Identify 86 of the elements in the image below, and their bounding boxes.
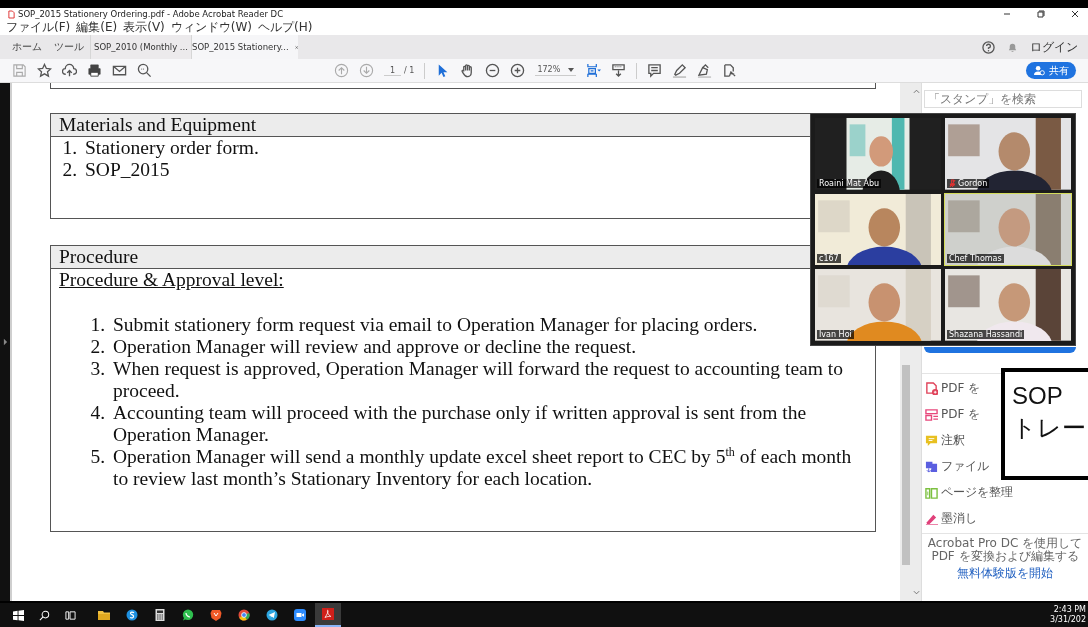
list-item: Submit stationery form request via email to Operation Manager for placing orders. (113, 314, 758, 336)
browser-icon (238, 609, 250, 621)
zoom-dropdown[interactable]: 172% (535, 65, 577, 76)
page-number-field[interactable]: 1 (384, 65, 402, 76)
video-camera-icon (294, 609, 306, 621)
search-field[interactable]: 「スタンプ」を検索 (924, 90, 1082, 108)
participant-name: Shazana Hassandi (949, 330, 1023, 339)
expand-arrow-icon[interactable] (2, 338, 8, 346)
tool-item[interactable]: ページを整理 (922, 479, 1013, 505)
participant-name: Gordon (958, 178, 988, 188)
scrollbar-thumb[interactable] (902, 365, 910, 565)
help-icon[interactable] (982, 40, 995, 54)
search-icon[interactable] (137, 63, 152, 78)
menu-item[interactable]: ヘルプ(H) (258, 19, 313, 36)
participant-name: Ivan Hoi (819, 330, 852, 339)
clock-time: 2:43 PM (1053, 605, 1086, 615)
tool-item[interactable]: PDF を (922, 401, 981, 427)
search-icon[interactable] (39, 609, 50, 621)
tool-item[interactable]: 墨消し (922, 505, 977, 531)
menu-item[interactable]: 表示(V) (123, 19, 165, 36)
keyboard-download-icon[interactable] (611, 63, 627, 78)
folder-icon (98, 609, 110, 621)
menu-item[interactable]: 編集(E) (76, 19, 118, 36)
app-icon (126, 609, 138, 621)
video-tile[interactable]: c167 (814, 192, 942, 267)
list-number: 2. (89, 336, 105, 358)
person-add-icon (1033, 65, 1045, 76)
tab[interactable]: ツール (48, 35, 90, 59)
trial-link[interactable]: 無料体験版を開始 (957, 565, 1053, 582)
pen-sign-icon[interactable] (697, 63, 713, 78)
highlighter-icon[interactable] (672, 63, 688, 78)
participant-name: Roaini Mat Abu (819, 178, 880, 188)
list-item: When request is approved, Operation Manager will forward the request to accounting team to proceed. (113, 358, 844, 402)
video-tile[interactable]: Chef Thomas (944, 192, 1072, 267)
subheading: Procedure & Approval level: (58, 269, 284, 291)
list-number: 2. (61, 159, 77, 181)
tool-item[interactable]: 注釈 (922, 427, 965, 453)
mail-icon[interactable] (112, 63, 127, 78)
menu-item[interactable]: ウィンドウ(W) (170, 19, 253, 36)
tool-item[interactable]: ファイル (922, 453, 989, 479)
list-item: Operation Manager will send a monthly update excel sheet report to CEC by 5$^{th}$ of each month to review last month’s Stationary Inventory for each location. (113, 446, 853, 490)
task-view-icon[interactable] (65, 609, 76, 621)
promo-text: Acrobat Pro DC を使用して PDF を変換および編集する (926, 537, 1084, 563)
fit-page-icon[interactable] (586, 63, 602, 78)
list-item: SOP_2015 (85, 159, 170, 181)
menu-item[interactable]: ファイル(F) (6, 19, 71, 36)
caption-text: SOP (1012, 381, 1064, 411)
participant-name: Chef Thomas (949, 254, 1002, 264)
tab[interactable]: SOP_2010 (Monthly ... (90, 35, 191, 59)
restore-icon[interactable] (1036, 9, 1046, 19)
list-number: 4. (89, 402, 105, 424)
list-item: Operation Manager will review and approve or decline the request. (113, 336, 637, 358)
window-title: SOP_2015 Stationery Ordering.pdf - Adobe Acrobat Reader DC (18, 9, 284, 19)
list-number: 5. (89, 446, 105, 468)
list-item: Stationery order form. (85, 137, 259, 159)
list-item: Accounting team will proceed with the purchase only if written approval is sent from the Operation Manager. (113, 402, 808, 446)
windows-icon[interactable] (13, 609, 24, 621)
clock-date: 3/31/202 (1050, 615, 1086, 625)
chat-icon (182, 609, 194, 621)
paper-plane-icon (266, 609, 278, 621)
calculator-icon (154, 609, 166, 621)
list-number: 1. (89, 314, 105, 336)
print-icon[interactable] (87, 63, 102, 78)
list-number: 3. (89, 358, 105, 380)
video-tile[interactable]: Ivan Hoi (814, 268, 942, 342)
caption-text: トレー (1012, 413, 1087, 443)
login-link[interactable]: ログイン (1030, 38, 1078, 56)
participant-name: c167 (819, 254, 839, 264)
video-tile[interactable]: Shazana Hassandi (944, 268, 1072, 342)
stamp-icon[interactable] (722, 63, 738, 78)
page-total: / 1 (404, 66, 415, 75)
shield-icon (210, 609, 222, 621)
zoom-in-icon[interactable] (510, 63, 526, 78)
share-button[interactable]: 共有 (1026, 62, 1076, 79)
close-icon[interactable] (1070, 9, 1080, 19)
tool-item[interactable]: PDF を (922, 375, 981, 401)
zoom-out-icon[interactable] (485, 63, 501, 78)
acrobat-icon (322, 608, 334, 620)
caret-icon (568, 67, 575, 72)
tab[interactable]: SOP_2015 Stationery... (191, 35, 298, 59)
star-icon[interactable] (37, 63, 52, 78)
cloud-upload-icon[interactable] (62, 63, 77, 78)
comment-icon[interactable] (647, 63, 663, 78)
list-number: 1. (61, 137, 77, 159)
tab[interactable]: ホーム (6, 35, 48, 59)
video-tile[interactable]: Gordon (944, 117, 1072, 191)
